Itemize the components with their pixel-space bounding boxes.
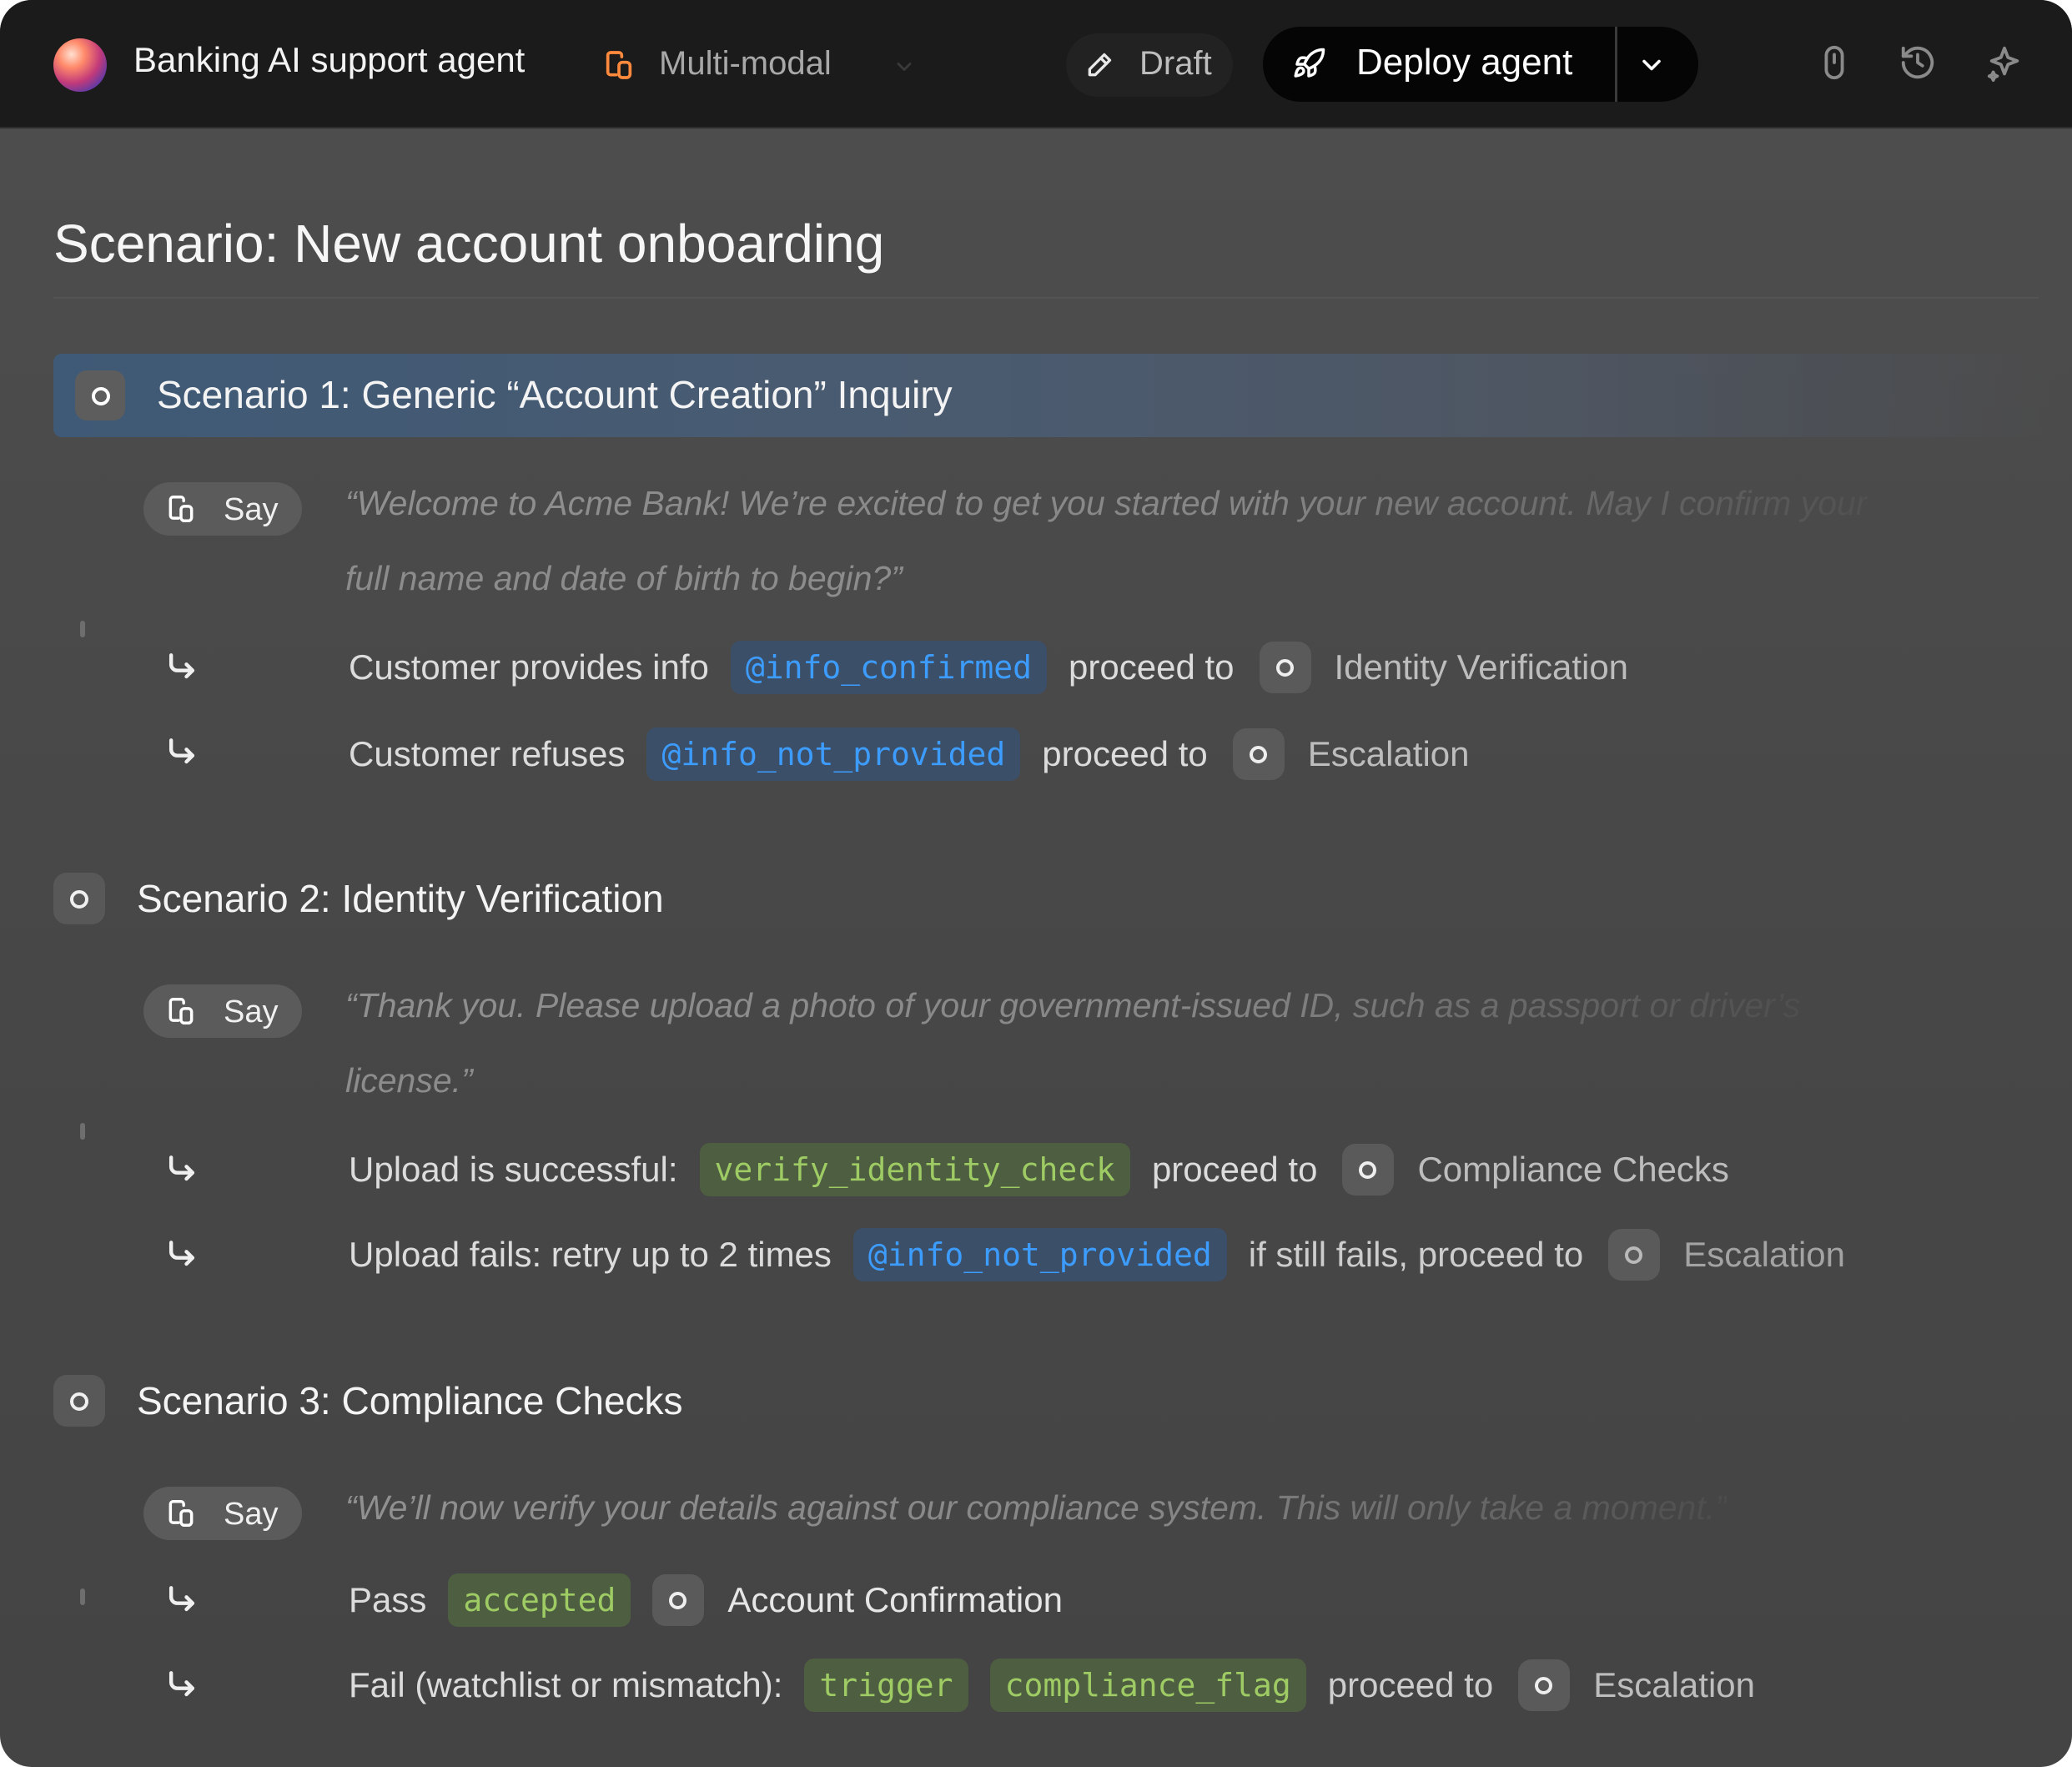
multimodal-icon: [606, 51, 632, 79]
scenario-node-icon: [75, 370, 125, 420]
rule-condition: Pass: [349, 1580, 427, 1619]
branch-rule[interactable]: Fail (watchlist or mismatch): trigger co…: [349, 1659, 1755, 1712]
top-bar: Banking AI support agent Multi-modal Dra…: [0, 0, 2072, 128]
deploy-label: Deploy agent: [1356, 42, 1573, 83]
multimodal-icon: [168, 1500, 194, 1527]
branch-rule[interactable]: Upload fails: retry up to 2 times @info_…: [349, 1228, 1845, 1281]
rule-condition: Fail (watchlist or mismatch):: [349, 1665, 783, 1704]
history-icon[interactable]: [1898, 43, 1937, 82]
branch-rule[interactable]: Upload is successful: verify_identity_ch…: [349, 1143, 1729, 1196]
target-node-icon: [1608, 1229, 1661, 1281]
scenario-1-title[interactable]: Scenario 1: Generic “Account Creation” I…: [157, 372, 953, 417]
target-node-icon: [1342, 1144, 1395, 1196]
branch-arrow-icon: [168, 1155, 195, 1181]
target-node-icon: [1518, 1659, 1571, 1711]
say-quote-line[interactable]: “Welcome to Acme Bank! We’re excited to …: [345, 484, 1868, 523]
drag-handle[interactable]: [80, 621, 85, 637]
tool-call-chip[interactable]: verify_identity_check: [699, 1143, 1130, 1196]
touch-icon[interactable]: [1815, 43, 1853, 82]
pencil-icon: [1088, 53, 1112, 77]
mode-selector[interactable]: Multi-modal: [584, 33, 918, 97]
scenario-node-icon: [53, 873, 105, 924]
drag-handle[interactable]: [80, 1588, 85, 1605]
tool-call-chip[interactable]: compliance_flag: [989, 1659, 1306, 1712]
app-window: Banking AI support agent Multi-modal Dra…: [0, 0, 2072, 1767]
say-step-button[interactable]: Say: [143, 1487, 302, 1540]
deploy-agent-button[interactable]: Deploy agent: [1263, 27, 1698, 102]
rule-condition: Upload fails: retry up to 2 times: [349, 1235, 832, 1274]
rule-target-link[interactable]: Escalation: [1593, 1665, 1755, 1705]
chevron-down-icon[interactable]: [893, 55, 916, 78]
tool-call-chip[interactable]: accepted: [448, 1573, 631, 1627]
deploy-divider: [1615, 27, 1617, 102]
rule-target-link[interactable]: Compliance Checks: [1417, 1150, 1729, 1190]
rule-target-link[interactable]: Identity Verification: [1335, 647, 1629, 687]
say-label: Say: [224, 1497, 279, 1532]
scenario-3-title[interactable]: Scenario 3: Compliance Checks: [137, 1378, 683, 1423]
event-tag-chip[interactable]: @info_not_provided: [646, 727, 1021, 781]
rule-condition: Customer refuses: [349, 734, 626, 773]
rule-action: if still fails, proceed to: [1248, 1235, 1584, 1274]
multimodal-icon: [168, 496, 194, 522]
say-label: Say: [224, 994, 279, 1029]
rule-condition: Customer provides info: [349, 647, 709, 687]
say-label: Say: [224, 492, 279, 527]
scenario-node-icon: [53, 1375, 105, 1427]
app-orb-icon: [53, 38, 107, 92]
draft-label: Draft: [1139, 45, 1212, 82]
say-quote-line[interactable]: full name and date of birth to begin?”: [345, 559, 903, 598]
agent-title[interactable]: Banking AI support agent: [133, 40, 525, 80]
rule-condition: Upload is successful:: [349, 1150, 678, 1189]
branch-rule[interactable]: Pass accepted Account Confirmation: [349, 1573, 1063, 1627]
page-title: Scenario: New account onboarding: [53, 213, 885, 274]
sparkle-icon[interactable]: [1985, 43, 2024, 82]
branch-arrow-icon: [168, 1586, 195, 1612]
branch-arrow-icon: [168, 738, 195, 764]
rule-target-link[interactable]: Escalation: [1683, 1235, 1845, 1275]
rocket-icon: [1294, 48, 1325, 78]
branch-rule[interactable]: Customer refuses @info_not_provided proc…: [349, 727, 1470, 781]
rule-action: proceed to: [1069, 647, 1235, 687]
say-quote-line[interactable]: “We’ll now verify your details against o…: [345, 1488, 1727, 1528]
rule-action: proceed to: [1042, 734, 1208, 773]
target-node-icon: [1232, 728, 1285, 780]
target-node-icon: [1259, 642, 1311, 693]
mode-label: Multi-modal: [659, 45, 832, 82]
event-tag-chip[interactable]: @info_not_provided: [852, 1228, 1227, 1281]
drag-handle[interactable]: [80, 1123, 85, 1140]
rule-action: proceed to: [1327, 1665, 1494, 1704]
title-divider: [53, 297, 2039, 299]
event-tag-chip[interactable]: @info_confirmed: [730, 641, 1048, 694]
multimodal-icon: [168, 998, 194, 1024]
chevron-down-icon[interactable]: [1637, 50, 1667, 80]
branch-arrow-icon: [168, 653, 195, 679]
branch-arrow-icon: [168, 1671, 195, 1697]
rule-target-link[interactable]: Escalation: [1308, 734, 1470, 774]
say-step-button[interactable]: Say: [143, 482, 302, 536]
say-quote-line[interactable]: license.”: [345, 1061, 473, 1100]
rule-action: proceed to: [1151, 1150, 1318, 1189]
tool-call-chip[interactable]: trigger: [804, 1659, 968, 1712]
branch-arrow-icon: [168, 1241, 195, 1266]
say-quote-line[interactable]: “Thank you. Please upload a photo of you…: [345, 986, 1800, 1025]
draft-button[interactable]: Draft: [1066, 33, 1233, 97]
scenario-2-title[interactable]: Scenario 2: Identity Verification: [137, 876, 664, 921]
rule-target-link[interactable]: Account Confirmation: [727, 1580, 1063, 1620]
target-node-icon: [652, 1574, 705, 1626]
say-step-button[interactable]: Say: [143, 984, 302, 1038]
branch-rule[interactable]: Customer provides info @info_confirmed p…: [349, 641, 1628, 694]
